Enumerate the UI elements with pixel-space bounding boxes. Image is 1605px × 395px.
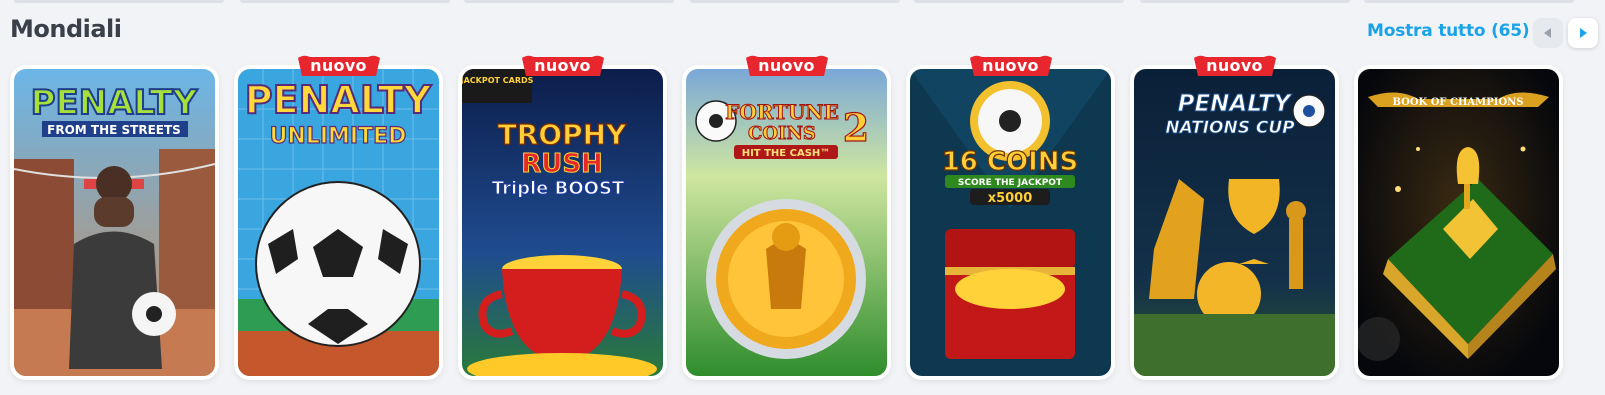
game-thumbnail: PENALTY NATIONS CUP (1134, 69, 1335, 376)
game-card-fortune-coins-2[interactable]: nuovo FORTUNE COINS 2 HIT THE CASH™ (682, 55, 891, 380)
new-badge: nuovo (1193, 54, 1276, 78)
game-card-16-coins[interactable]: nuovo 16 COINS SCORE THE JACKPOT x5000 (906, 55, 1115, 380)
game-title-line1: FORTUNE (725, 100, 839, 124)
game-thumbnail: FORTUNE COINS 2 HIT THE CASH™ (686, 69, 887, 376)
new-badge-label: nuovo (310, 56, 367, 75)
chevron-left-icon (1544, 28, 1551, 38)
game-thumbnail: BOOK OF CHAMPIONS (1358, 69, 1559, 376)
game-card-book-of-champions[interactable]: BOOK OF CHAMPIONS (1354, 65, 1563, 380)
new-badge-label: nuovo (534, 56, 591, 75)
game-card-penalty-from-the-streets[interactable]: PENALTY FROM THE STREETS (10, 65, 219, 380)
section-title: Mondiali (10, 15, 122, 43)
game-card-trophy-rush[interactable]: nuovo JACKPOT CARDS TROPHY RUSH Triple B… (458, 55, 667, 380)
game-title-line1: 16 COINS (942, 147, 1079, 177)
game-thumbnail: PENALTY FROM THE STREETS (14, 69, 215, 376)
new-badge-label: nuovo (1206, 56, 1263, 75)
carousel-next-button[interactable] (1568, 18, 1598, 48)
new-badge: nuovo (521, 54, 604, 78)
new-badge-label: nuovo (982, 56, 1039, 75)
game-title-line1: PENALTY (245, 78, 432, 122)
game-thumbnail: JACKPOT CARDS TROPHY RUSH Triple BOOST (462, 69, 663, 376)
game-title-line2: COINS (748, 123, 816, 144)
game-title-line2: SCORE THE JACKPOT (958, 178, 1063, 188)
game-title-line2: NATIONS CUP (1165, 118, 1295, 138)
carousel-prev-button[interactable] (1533, 18, 1563, 48)
game-card-penalty-unlimited[interactable]: nuovo PENALTY UNLIMITED (234, 55, 443, 380)
game-title-line2: UNLIMITED (270, 124, 407, 149)
game-title-line3: x5000 (988, 191, 1033, 206)
game-card-penalty-nations-cup[interactable]: nuovo PENALTY NATIONS CUP (1130, 55, 1339, 380)
new-badge: nuovo (745, 54, 828, 78)
game-title-line1: PENALTY (1178, 91, 1293, 117)
game-thumbnail: PENALTY UNLIMITED (238, 69, 439, 376)
previous-row-edge (0, 0, 1605, 6)
show-all-link[interactable]: Mostra tutto (65) (1367, 21, 1530, 41)
new-badge: nuovo (297, 54, 380, 78)
game-title-number: 2 (843, 105, 869, 150)
new-badge: nuovo (969, 54, 1052, 78)
game-title-line1: BOOK OF CHAMPIONS (1392, 97, 1523, 108)
game-title-line3: Triple BOOST (492, 178, 625, 199)
chevron-right-icon (1580, 28, 1587, 38)
new-badge-label: nuovo (758, 56, 815, 75)
game-thumbnail: 16 COINS SCORE THE JACKPOT x5000 (910, 69, 1111, 376)
game-title-line2: RUSH (521, 149, 603, 179)
game-title-line3: HIT THE CASH™ (742, 148, 831, 159)
game-title-line1: TROPHY (498, 118, 627, 151)
